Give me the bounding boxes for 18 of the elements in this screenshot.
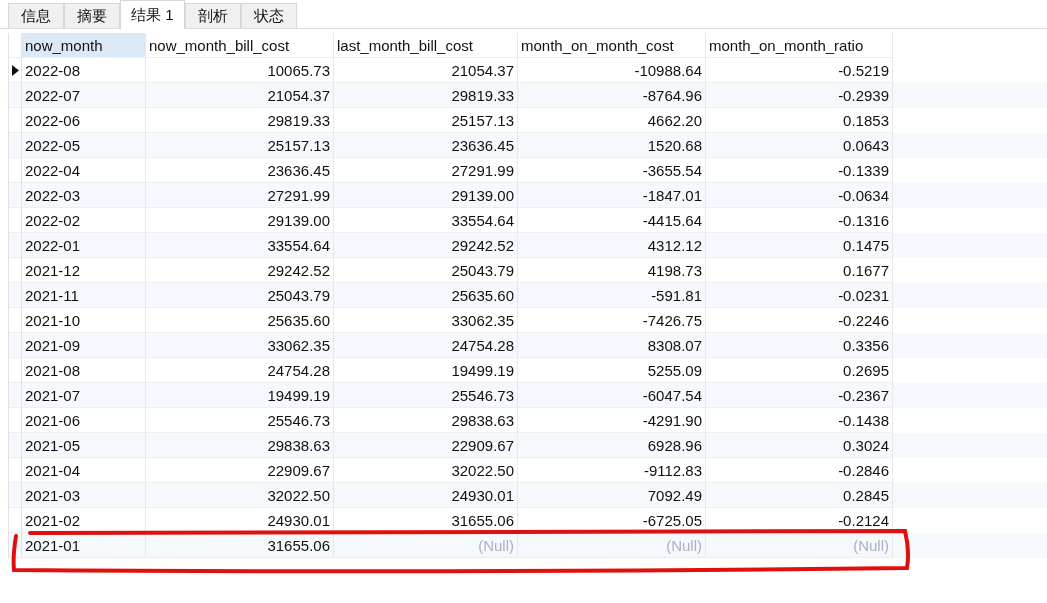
table-cell: 24930.01 bbox=[146, 508, 334, 533]
current-row-icon bbox=[11, 64, 19, 76]
column-header[interactable]: now_month bbox=[22, 33, 146, 58]
column-header[interactable]: month_on_month_ratio bbox=[706, 33, 893, 58]
column-header[interactable]: month_on_month_cost bbox=[518, 33, 706, 58]
column-header[interactable]: last_month_bill_cost bbox=[334, 33, 518, 58]
table-cell: (Null) bbox=[334, 533, 518, 558]
tab[interactable]: 剖析 bbox=[184, 3, 241, 28]
tab[interactable]: 状态 bbox=[240, 3, 297, 28]
table-cell: (Null) bbox=[706, 533, 893, 558]
tab[interactable]: 摘要 bbox=[64, 3, 120, 28]
column-header[interactable]: now_month_bill_cost bbox=[146, 33, 334, 58]
tab[interactable]: 结果 1 bbox=[120, 0, 185, 29]
table-cell: 31655.06 bbox=[146, 533, 334, 558]
table-cell: 31655.06 bbox=[334, 508, 518, 533]
table-cell: (Null) bbox=[518, 533, 706, 558]
tab[interactable]: 信息 bbox=[8, 3, 64, 28]
table-cell: 2021-01 bbox=[22, 533, 146, 558]
